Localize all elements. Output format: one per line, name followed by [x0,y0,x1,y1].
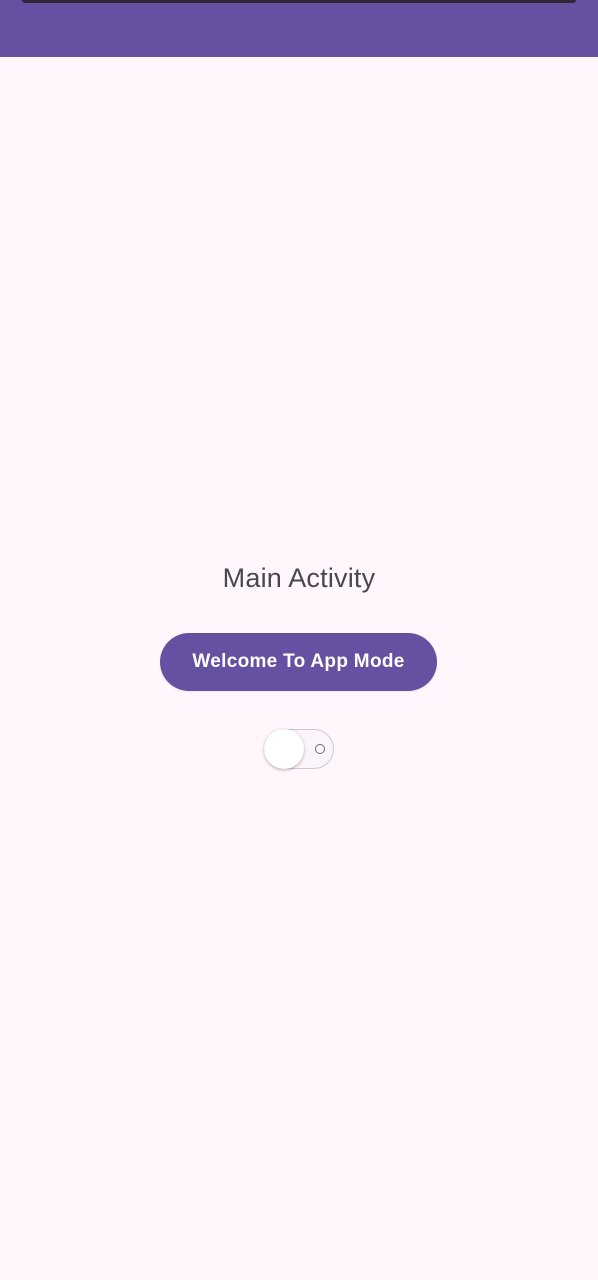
toggle-thumb [264,729,304,769]
mode-toggle-switch[interactable] [264,729,334,769]
page-title: Main Activity [222,563,376,593]
status-bar-edge [22,0,576,3]
app-bar [0,0,598,57]
welcome-button[interactable]: Welcome To App Mode [160,633,437,691]
toggle-off-icon [315,744,325,754]
